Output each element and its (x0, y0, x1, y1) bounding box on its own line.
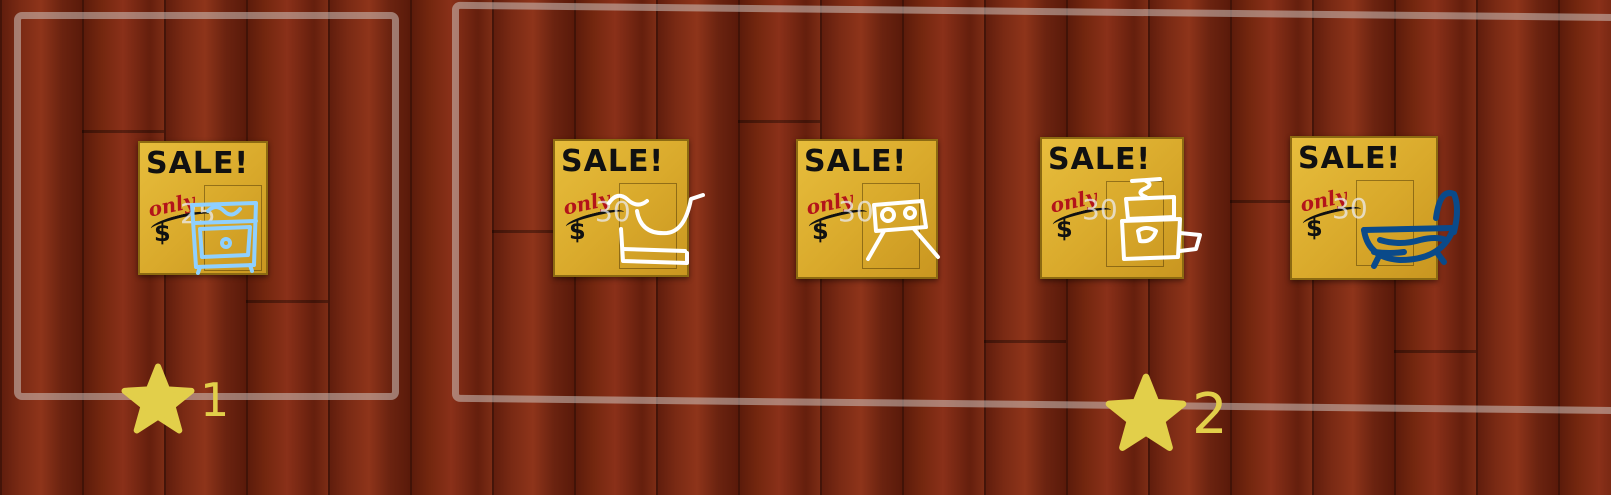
sign-heading: SALE! (1298, 141, 1402, 176)
sink-icon (607, 193, 705, 265)
group-2-star-rating: 2 (1104, 372, 1228, 456)
toilet-icon (1120, 177, 1202, 261)
sign-heading: SALE! (1048, 142, 1152, 177)
table-icon (866, 199, 940, 261)
bathtub-icon (1361, 190, 1460, 269)
star-count: 1 (200, 373, 230, 427)
sale-sign-1[interactable]: SALE! only $ 25 (138, 141, 268, 275)
sign-currency: $ (812, 217, 829, 245)
item-price: 30 (1082, 193, 1118, 226)
sale-sign-2[interactable]: SALE! only $ 30 (553, 139, 705, 277)
sign-currency: $ (154, 219, 171, 247)
star-count: 2 (1192, 381, 1228, 447)
sale-sign-5[interactable]: SALE! only $ 30 (1290, 136, 1460, 280)
group-1-star-rating: 1 (120, 362, 229, 438)
sign-heading: SALE! (804, 144, 908, 179)
sale-sign-4[interactable]: SALE! only $ 30 (1040, 137, 1202, 279)
sign-currency: $ (1056, 215, 1073, 243)
washing-machine-icon (190, 201, 258, 275)
sign-currency: $ (1306, 214, 1323, 242)
star-icon (121, 363, 195, 434)
star-icon (1105, 373, 1187, 451)
sign-heading: SALE! (561, 144, 665, 179)
sign-currency: $ (569, 217, 586, 245)
sign-heading: SALE! (146, 146, 250, 181)
sale-sign-3[interactable]: SALE! only $ 30 (796, 139, 940, 279)
